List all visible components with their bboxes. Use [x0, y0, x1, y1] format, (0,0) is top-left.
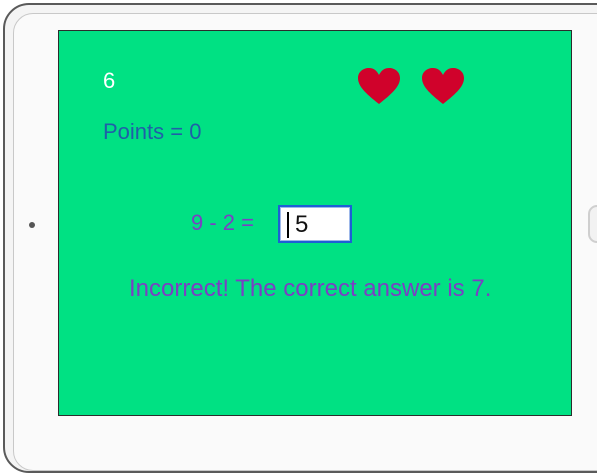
feedback-message: Incorrect! The correct answer is 7. — [129, 275, 492, 302]
game-screen: 6 Points = 0 9 - 2 = 5 Incorrect! The co… — [58, 30, 572, 416]
side-button[interactable] — [588, 205, 597, 243]
points-display: Points = 0 — [103, 120, 201, 144]
timer-value: 6 — [103, 68, 116, 93]
heart-icon — [357, 67, 401, 105]
text-caret — [287, 212, 289, 238]
home-button[interactable] — [29, 222, 35, 228]
answer-input[interactable]: 5 — [278, 205, 352, 243]
points-label: Points = — [103, 119, 190, 144]
equation-text: 9 - 2 = — [191, 210, 254, 235]
heart-icon — [421, 67, 465, 105]
answer-value: 5 — [295, 211, 309, 238]
points-value: 0 — [189, 119, 202, 144]
lives-hearts — [357, 67, 465, 105]
